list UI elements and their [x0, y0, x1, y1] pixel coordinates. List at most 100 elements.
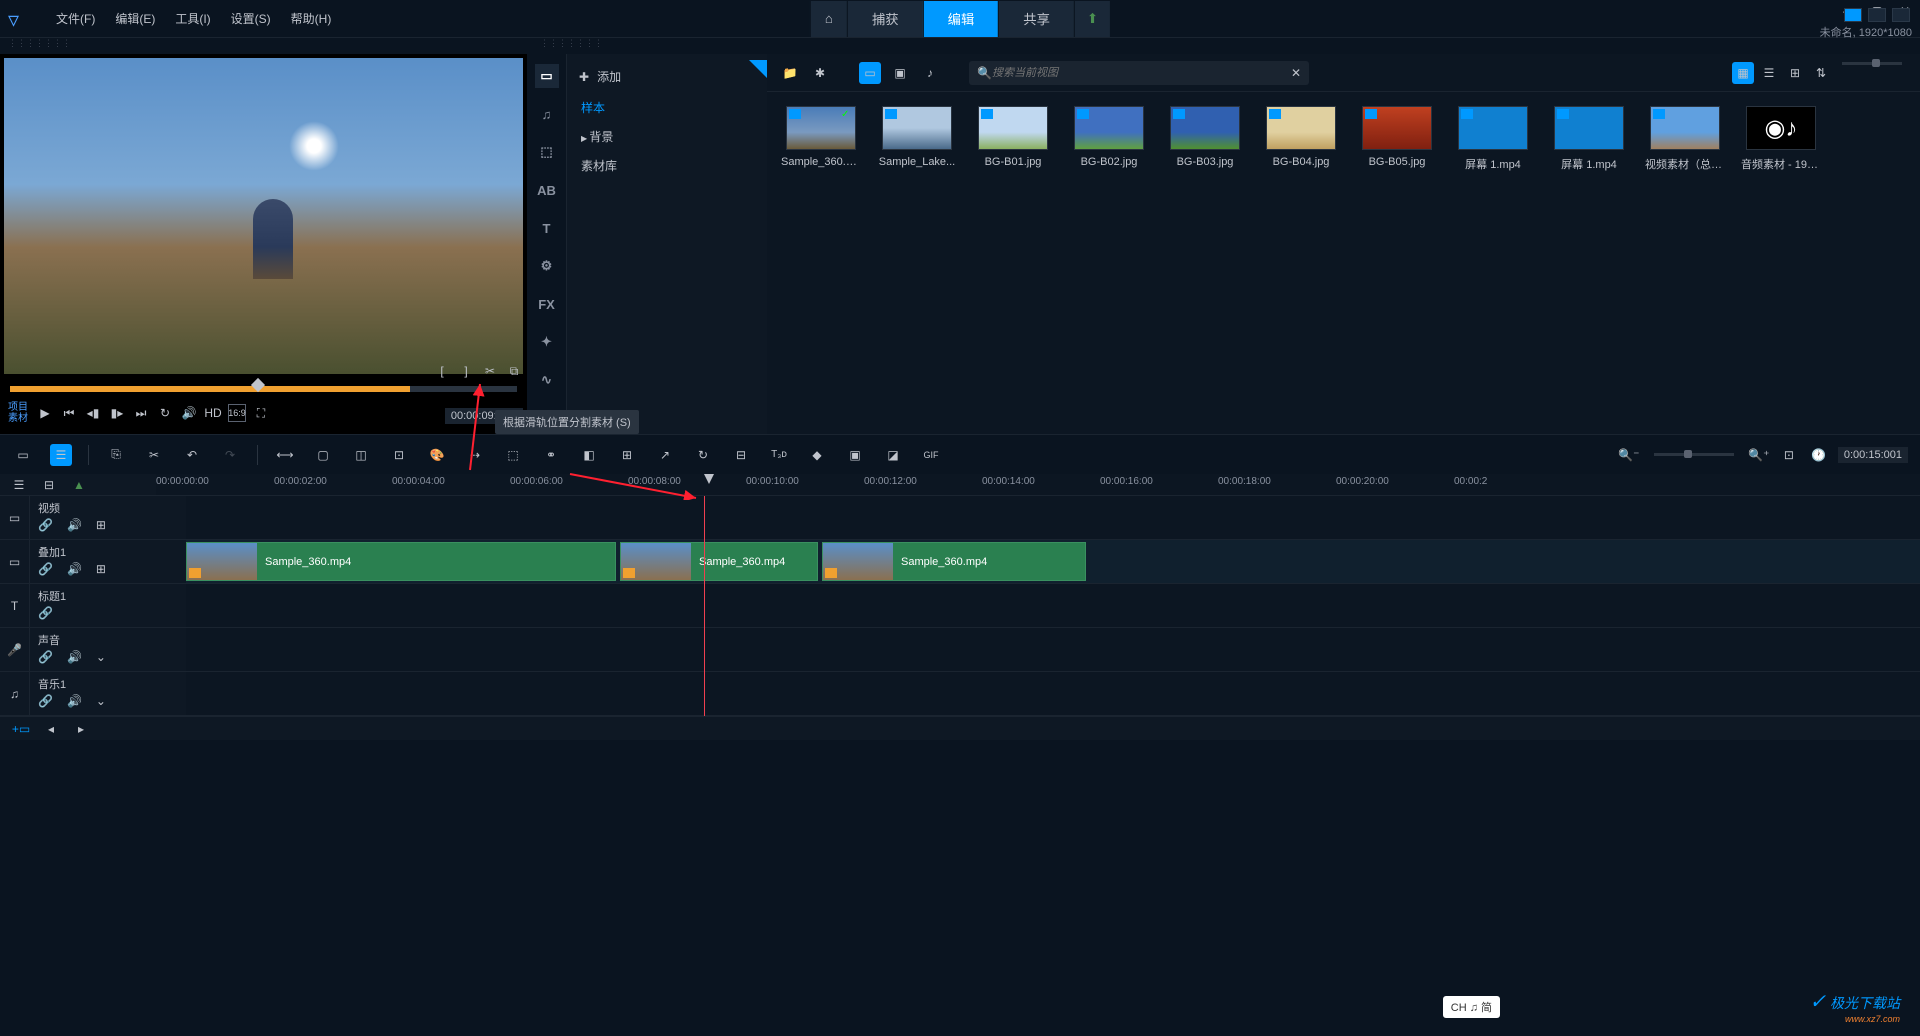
- fx-tab-icon[interactable]: FX: [535, 292, 559, 316]
- mask-icon[interactable]: ◪: [882, 444, 904, 466]
- corner-b-icon[interactable]: [1868, 8, 1886, 22]
- zoom-out-icon[interactable]: 🔍⁻: [1618, 444, 1640, 466]
- media-item[interactable]: BG-B04.jpg: [1261, 106, 1341, 172]
- link-icon[interactable]: 🔗: [38, 650, 53, 664]
- snapshot-icon[interactable]: ⧉: [505, 362, 523, 380]
- loop-icon[interactable]: ↻: [156, 404, 174, 422]
- media-item[interactable]: Sample_Lake...: [877, 106, 957, 172]
- grid-toggle-icon[interactable]: ⊞: [96, 562, 106, 576]
- search-input[interactable]: [992, 67, 1291, 79]
- scroll-left-icon[interactable]: ◂: [40, 718, 62, 740]
- settings-gear-icon[interactable]: ✱: [809, 62, 831, 84]
- add-media-button[interactable]: ✚ 添加: [567, 60, 767, 93]
- thumbnail-size-slider[interactable]: [1842, 62, 1902, 65]
- clock-icon[interactable]: 🕐: [1808, 444, 1830, 466]
- mute-icon[interactable]: 🔊: [67, 650, 82, 664]
- play-icon[interactable]: ▶: [36, 404, 54, 422]
- drag-dots-mid[interactable]: ⋮⋮⋮⋮⋮⋮⋮: [532, 38, 602, 54]
- trim-both-icon[interactable]: ⟷: [274, 444, 296, 466]
- mute-icon[interactable]: 🔊: [67, 694, 82, 708]
- marker-icon[interactable]: ◆: [806, 444, 828, 466]
- filter-audio-icon[interactable]: ♪: [919, 62, 941, 84]
- sound-track-icon[interactable]: 🎤: [0, 628, 30, 671]
- category-media[interactable]: 素材库: [567, 151, 767, 180]
- menu-file[interactable]: 文件(F): [48, 6, 103, 31]
- view-tiles-icon[interactable]: ⊞: [1784, 62, 1806, 84]
- video-track-icon[interactable]: ▭: [0, 496, 30, 539]
- timeline-view-icon[interactable]: ☰: [50, 444, 72, 466]
- audio-tab-icon[interactable]: ♫: [535, 102, 559, 126]
- playhead[interactable]: [704, 496, 705, 716]
- go-start-icon[interactable]: ⏮: [60, 404, 78, 422]
- clip-2[interactable]: Sample_360.mp4: [620, 542, 818, 581]
- preview-mode-toggle[interactable]: 项目 素材: [8, 402, 28, 424]
- media-item[interactable]: 屏幕 1.mp4: [1453, 106, 1533, 172]
- title-track-area[interactable]: [186, 584, 1920, 627]
- fit-icon[interactable]: ⊡: [1778, 444, 1800, 466]
- title-track-icon[interactable]: T: [0, 584, 30, 627]
- wand-tab-icon[interactable]: ✦: [535, 330, 559, 354]
- tab-capture[interactable]: 捕获: [847, 1, 923, 37]
- menu-help[interactable]: 帮助(H): [283, 6, 340, 31]
- clip-3[interactable]: Sample_360.mp4: [822, 542, 1086, 581]
- link-icon[interactable]: 🔗: [38, 518, 53, 532]
- grid-icon[interactable]: ⊞: [616, 444, 638, 466]
- mark-in-icon[interactable]: [: [433, 362, 451, 380]
- tracks-expand-icon[interactable]: ⊟: [38, 474, 60, 496]
- music-track-icon[interactable]: ♫: [0, 672, 30, 715]
- view-list-icon[interactable]: ☰: [1758, 62, 1780, 84]
- media-item[interactable]: 视频素材（总）...: [1645, 106, 1725, 172]
- sound-track-area[interactable]: [186, 628, 1920, 671]
- hd-toggle[interactable]: HD: [204, 404, 222, 422]
- gear-tab-icon[interactable]: ⚙: [535, 254, 559, 278]
- storyboard-view-icon[interactable]: ▭: [12, 444, 34, 466]
- sort-icon[interactable]: ⇅: [1810, 62, 1832, 84]
- menu-tools[interactable]: 工具(I): [167, 6, 218, 31]
- subtitle-icon[interactable]: ⊟: [730, 444, 752, 466]
- color-icon[interactable]: 🎨: [426, 444, 448, 466]
- ruler-playhead-marker[interactable]: [704, 474, 714, 484]
- preview-scrubber[interactable]: [ ] ✂ ⧉: [0, 378, 527, 392]
- step-forward-icon[interactable]: ▮▸: [108, 404, 126, 422]
- redo-icon[interactable]: ↷: [219, 444, 241, 466]
- media-item[interactable]: ✓Sample_360.m...: [781, 106, 861, 172]
- add-track-icon[interactable]: +▭: [10, 718, 32, 740]
- step-back-icon[interactable]: ◂▮: [84, 404, 102, 422]
- media-tab-icon[interactable]: ▭: [535, 64, 559, 88]
- tab-share[interactable]: 共享: [998, 1, 1074, 37]
- split-icon[interactable]: ✂: [481, 362, 499, 380]
- overlay-track-icon[interactable]: ▭: [0, 540, 30, 583]
- mark-out-icon[interactable]: ]: [457, 362, 475, 380]
- category-sample[interactable]: 样本: [567, 93, 767, 122]
- zoom-region-icon[interactable]: ⊡: [388, 444, 410, 466]
- crop-icon[interactable]: ▢: [312, 444, 334, 466]
- aspect-ratio-toggle[interactable]: 16:9: [228, 404, 246, 422]
- copy-attr-icon[interactable]: ⎘: [105, 444, 127, 466]
- filter-photo-icon[interactable]: ▣: [889, 62, 911, 84]
- reverse-icon[interactable]: ⬚: [502, 444, 524, 466]
- corner-a-icon[interactable]: [1844, 8, 1862, 22]
- media-item[interactable]: BG-B02.jpg: [1069, 106, 1149, 172]
- media-item[interactable]: BG-B03.jpg: [1165, 106, 1245, 172]
- menu-edit[interactable]: 编辑(E): [107, 6, 163, 31]
- time-ruler[interactable]: 00:00:00:0000:00:02:0000:00:04:0000:00:0…: [156, 474, 1920, 495]
- rotate-icon[interactable]: ⚭: [540, 444, 562, 466]
- clear-search-icon[interactable]: ✕: [1291, 66, 1301, 80]
- 3d-icon[interactable]: ◧: [578, 444, 600, 466]
- preview-viewport[interactable]: [4, 58, 523, 374]
- corner-c-icon[interactable]: [1892, 8, 1910, 22]
- music-track-area[interactable]: [186, 672, 1920, 715]
- path-tab-icon[interactable]: ∿: [535, 368, 559, 392]
- chapter-icon[interactable]: ↻: [692, 444, 714, 466]
- video-track-area[interactable]: [186, 496, 1920, 539]
- tracks-menu-icon[interactable]: ☰: [8, 474, 30, 496]
- media-item[interactable]: BG-B01.jpg: [973, 106, 1053, 172]
- view-grid-icon[interactable]: ▦: [1732, 62, 1754, 84]
- media-item[interactable]: ◉♪音频素材 - 196...: [1741, 106, 1821, 172]
- filter-video-icon[interactable]: ▭: [859, 62, 881, 84]
- tab-home[interactable]: ⌂: [810, 1, 847, 37]
- tracks-marker-icon[interactable]: ▲: [68, 474, 90, 496]
- media-item[interactable]: BG-B05.jpg: [1357, 106, 1437, 172]
- zoom-in-icon[interactable]: 🔍⁺: [1748, 444, 1770, 466]
- gif-icon[interactable]: GIF: [920, 444, 942, 466]
